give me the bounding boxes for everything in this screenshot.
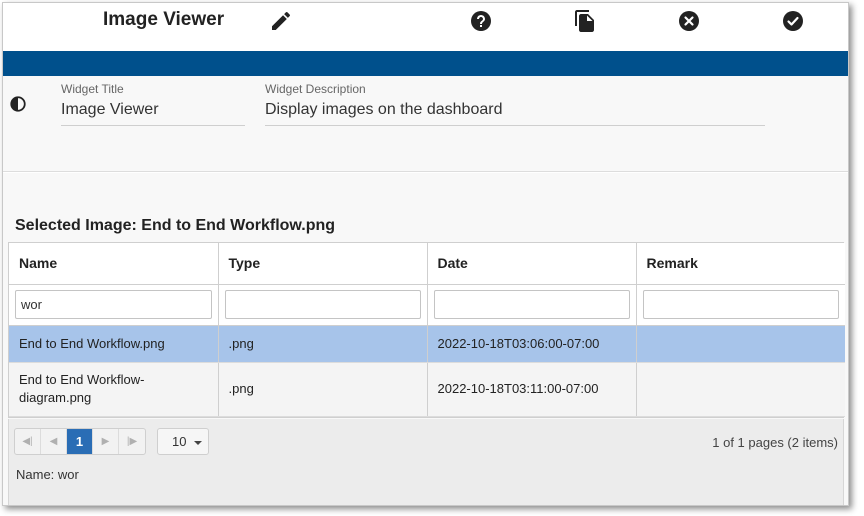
cell-remark[interactable] — [636, 325, 845, 363]
widget-description-field[interactable]: Widget Description Display images on the… — [265, 82, 765, 126]
page-size-value: 10 — [172, 434, 187, 449]
filter-date-input[interactable] — [433, 290, 630, 319]
chevron-down-icon — [194, 441, 202, 445]
image-grid-section: Selected Image: End to End Workflow.png … — [3, 173, 848, 505]
cell-date[interactable]: 2022-10-18T03:06:00-07:00 — [427, 325, 637, 363]
table-row[interactable]: End to End Workflow-diagram.png .png 202… — [9, 362, 845, 417]
last-page-icon[interactable]: |▶ — [119, 429, 145, 454]
help-icon[interactable] — [469, 9, 493, 33]
pencil-icon[interactable] — [269, 9, 293, 33]
cell-date[interactable]: 2022-10-18T03:11:00-07:00 — [427, 362, 637, 417]
column-header-date[interactable]: Date — [427, 243, 637, 285]
column-header-name[interactable]: Name — [9, 243, 219, 285]
widget-settings: Widget Title Image Viewer Widget Descrip… — [3, 76, 848, 172]
first-page-icon[interactable]: ◀​| — [15, 429, 41, 454]
check-circle-icon[interactable] — [781, 9, 805, 33]
image-grid: Name Type Date Remark End to End Workf — [8, 242, 845, 418]
filter-name-input[interactable] — [15, 290, 212, 319]
cell-name[interactable]: End to End Workflow.png — [9, 325, 219, 363]
grid-pager: ◀​| ◀ 1 ▶ |▶ 10 1 of 1 pages (2 items) N… — [8, 419, 844, 505]
widget-title-field[interactable]: Widget Title Image Viewer — [61, 82, 245, 126]
previous-page-icon[interactable]: ◀ — [41, 429, 67, 454]
selected-image-label: Selected Image: End to End Workflow.png — [15, 217, 336, 234]
close-circle-icon[interactable] — [677, 9, 701, 33]
current-page-button[interactable]: 1 — [67, 429, 93, 454]
filter-remark-input[interactable] — [642, 290, 839, 319]
widget-title-input[interactable]: Image Viewer — [61, 101, 245, 126]
next-page-icon[interactable]: ▶ — [93, 429, 119, 454]
filter-type-input[interactable] — [224, 290, 421, 319]
cell-type[interactable]: .png — [218, 325, 428, 363]
filter-row — [9, 284, 845, 326]
column-header-remark[interactable]: Remark — [636, 243, 845, 285]
widget-description-label: Widget Description — [265, 82, 366, 96]
pager-info: 1 of 1 pages (2 items) — [712, 435, 838, 450]
filter-summary: Name: wor — [16, 467, 79, 482]
accent-bar — [3, 51, 848, 76]
column-header-type[interactable]: Type — [218, 243, 428, 285]
page-size-select[interactable]: 10 — [157, 428, 209, 455]
copy-icon[interactable] — [573, 9, 597, 33]
cell-type[interactable]: .png — [218, 362, 428, 417]
cell-name[interactable]: End to End Workflow-diagram.png — [9, 362, 219, 417]
cell-remark[interactable] — [636, 362, 845, 417]
pager-buttons: ◀​| ◀ 1 ▶ |▶ — [14, 428, 146, 455]
widget-editor: Image Viewer Widget Title Image Viewer W… — [2, 2, 849, 506]
toolbar: Image Viewer — [3, 3, 848, 51]
widget-description-input[interactable]: Display images on the dashboard — [265, 101, 765, 126]
widget-title-label: Widget Title — [61, 82, 124, 96]
table-row[interactable]: End to End Workflow.png .png 2022-10-18T… — [9, 325, 845, 363]
page-title: Image Viewer — [103, 9, 225, 30]
contrast-icon[interactable] — [9, 95, 27, 113]
